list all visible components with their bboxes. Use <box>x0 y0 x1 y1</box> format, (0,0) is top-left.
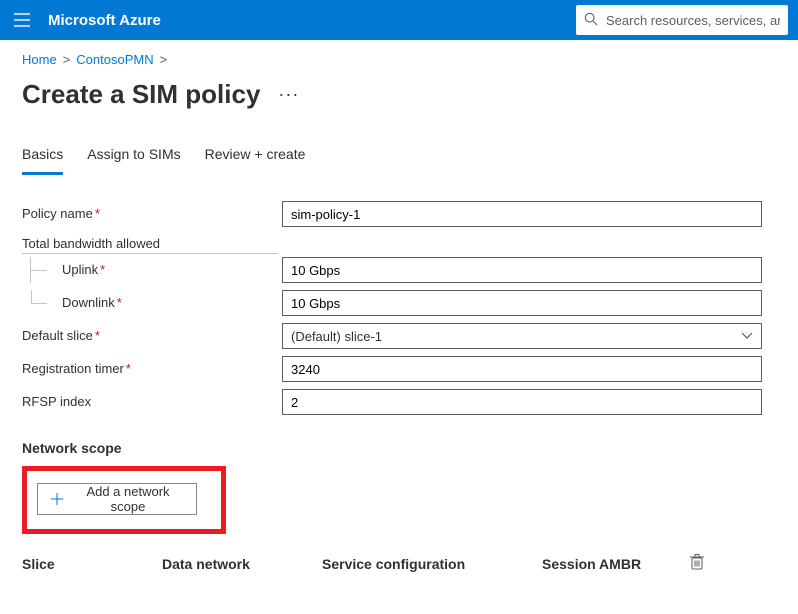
policy-name-label: Policy name <box>22 206 93 221</box>
chevron-down-icon <box>741 332 753 340</box>
col-service-config: Service configuration <box>322 556 542 572</box>
search-icon <box>584 12 598 29</box>
brand-label: Microsoft Azure <box>48 12 161 29</box>
topbar: Microsoft Azure <box>0 0 798 40</box>
network-scope-title: Network scope <box>22 440 762 456</box>
rfsp-index-input[interactable] <box>282 389 762 415</box>
registration-timer-input[interactable] <box>282 356 762 382</box>
global-search[interactable] <box>576 5 788 35</box>
add-network-scope-label: Add a network scope <box>72 484 184 514</box>
more-actions-button[interactable]: ··· <box>274 84 303 105</box>
trash-icon[interactable] <box>690 554 704 573</box>
required-marker: * <box>100 262 105 279</box>
downlink-input[interactable] <box>282 290 762 316</box>
required-marker: * <box>95 328 100 343</box>
uplink-label: Uplink <box>62 262 98 279</box>
default-slice-select[interactable]: (Default) slice-1 <box>282 323 762 349</box>
hamburger-menu-icon[interactable] <box>10 8 34 32</box>
uplink-input[interactable] <box>282 257 762 283</box>
breadcrumb-home[interactable]: Home <box>22 52 57 67</box>
plus-icon <box>50 492 64 506</box>
required-marker: * <box>117 295 122 312</box>
highlight-box: Add a network scope <box>22 466 226 534</box>
rfsp-index-label: RFSP index <box>22 394 91 409</box>
page-title: Create a SIM policy <box>22 79 260 110</box>
tab-review-create[interactable]: Review + create <box>205 140 306 175</box>
required-marker: * <box>95 206 100 221</box>
bandwidth-group-label: Total bandwidth allowed <box>22 236 278 254</box>
default-slice-value: (Default) slice-1 <box>291 329 382 344</box>
col-data-network: Data network <box>162 556 322 572</box>
global-search-input[interactable] <box>606 13 780 28</box>
tabs: Basics Assign to SIMs Review + create <box>22 140 776 176</box>
col-session-ambr: Session AMBR <box>542 556 682 572</box>
breadcrumb-sep: > <box>160 52 168 67</box>
breadcrumb-sep: > <box>63 52 71 67</box>
required-marker: * <box>126 361 131 376</box>
scope-table-head: Slice Data network Service configuration… <box>22 554 722 573</box>
add-network-scope-button[interactable]: Add a network scope <box>37 483 197 515</box>
breadcrumb-contosopmn[interactable]: ContosoPMN <box>76 52 153 67</box>
policy-name-input[interactable] <box>282 201 762 227</box>
col-slice: Slice <box>22 556 162 572</box>
tab-assign-to-sims[interactable]: Assign to SIMs <box>87 140 180 175</box>
default-slice-label: Default slice <box>22 328 93 343</box>
tab-basics[interactable]: Basics <box>22 140 63 175</box>
downlink-label: Downlink <box>62 295 115 312</box>
registration-timer-label: Registration timer <box>22 361 124 376</box>
breadcrumb: Home > ContosoPMN > <box>22 52 776 67</box>
